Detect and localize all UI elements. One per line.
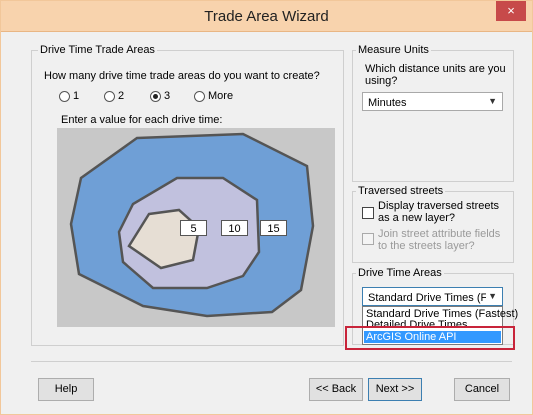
close-icon: × <box>507 3 515 18</box>
help-button[interactable]: Help <box>38 378 94 401</box>
drive-time-trade-areas-label: Drive Time Trade Areas <box>38 44 157 56</box>
radio-3-label: 3 <box>164 90 171 102</box>
drive-time-value-3[interactable]: 15 <box>260 220 287 236</box>
measure-units-select[interactable]: Minutes ▼ <box>362 92 503 111</box>
next-button[interactable]: Next >> <box>368 378 422 401</box>
measure-units-selected: Minutes <box>368 97 407 109</box>
highlight-box <box>345 326 515 350</box>
back-button[interactable]: << Back <box>309 378 363 401</box>
radio-more-label: More <box>208 90 234 102</box>
measure-units-question-line2: using? <box>365 75 398 87</box>
radio-1[interactable] <box>59 91 70 102</box>
join-streets-label-line2: to the streets layer? <box>378 240 475 252</box>
drive-time-question: How many drive time trade areas do you w… <box>44 70 320 82</box>
chevron-down-icon: ▼ <box>488 96 497 106</box>
drive-time-value-1[interactable]: 5 <box>180 220 207 236</box>
title-bar[interactable]: Trade Area Wizard × <box>1 1 532 32</box>
display-streets-label-line2: as a new layer? <box>378 212 456 224</box>
measure-units-label: Measure Units <box>356 44 431 56</box>
drive-time-areas-selected: Standard Drive Times (Fast <box>368 292 486 304</box>
join-streets-label-line1: Join street attribute fields <box>378 228 501 240</box>
drive-time-value-2[interactable]: 10 <box>221 220 248 236</box>
display-streets-label-line1: Display traversed streets <box>378 200 500 212</box>
radio-1-label: 1 <box>73 90 80 102</box>
traversed-streets-label: Traversed streets <box>356 185 446 197</box>
radio-2[interactable] <box>104 91 115 102</box>
cancel-button[interactable]: Cancel <box>454 378 510 401</box>
trade-area-wizard-window: Trade Area Wizard × Drive Time Trade Are… <box>0 0 533 415</box>
enter-value-label: Enter a value for each drive time: <box>61 114 223 126</box>
footer-separator <box>31 361 512 362</box>
chevron-down-icon: ▼ <box>488 291 497 301</box>
display-streets-checkbox[interactable] <box>362 207 374 219</box>
close-button[interactable]: × <box>496 1 526 21</box>
join-streets-checkbox[interactable] <box>362 233 374 245</box>
drive-time-areas-select[interactable]: Standard Drive Times (Fast ▼ <box>362 287 503 306</box>
measure-units-question-line1: Which distance units are you <box>365 63 506 75</box>
radio-2-label: 2 <box>118 90 125 102</box>
radio-more[interactable] <box>194 91 205 102</box>
window-title: Trade Area Wizard <box>204 8 329 25</box>
radio-3[interactable] <box>150 91 161 102</box>
drive-time-areas-label: Drive Time Areas <box>356 267 444 279</box>
